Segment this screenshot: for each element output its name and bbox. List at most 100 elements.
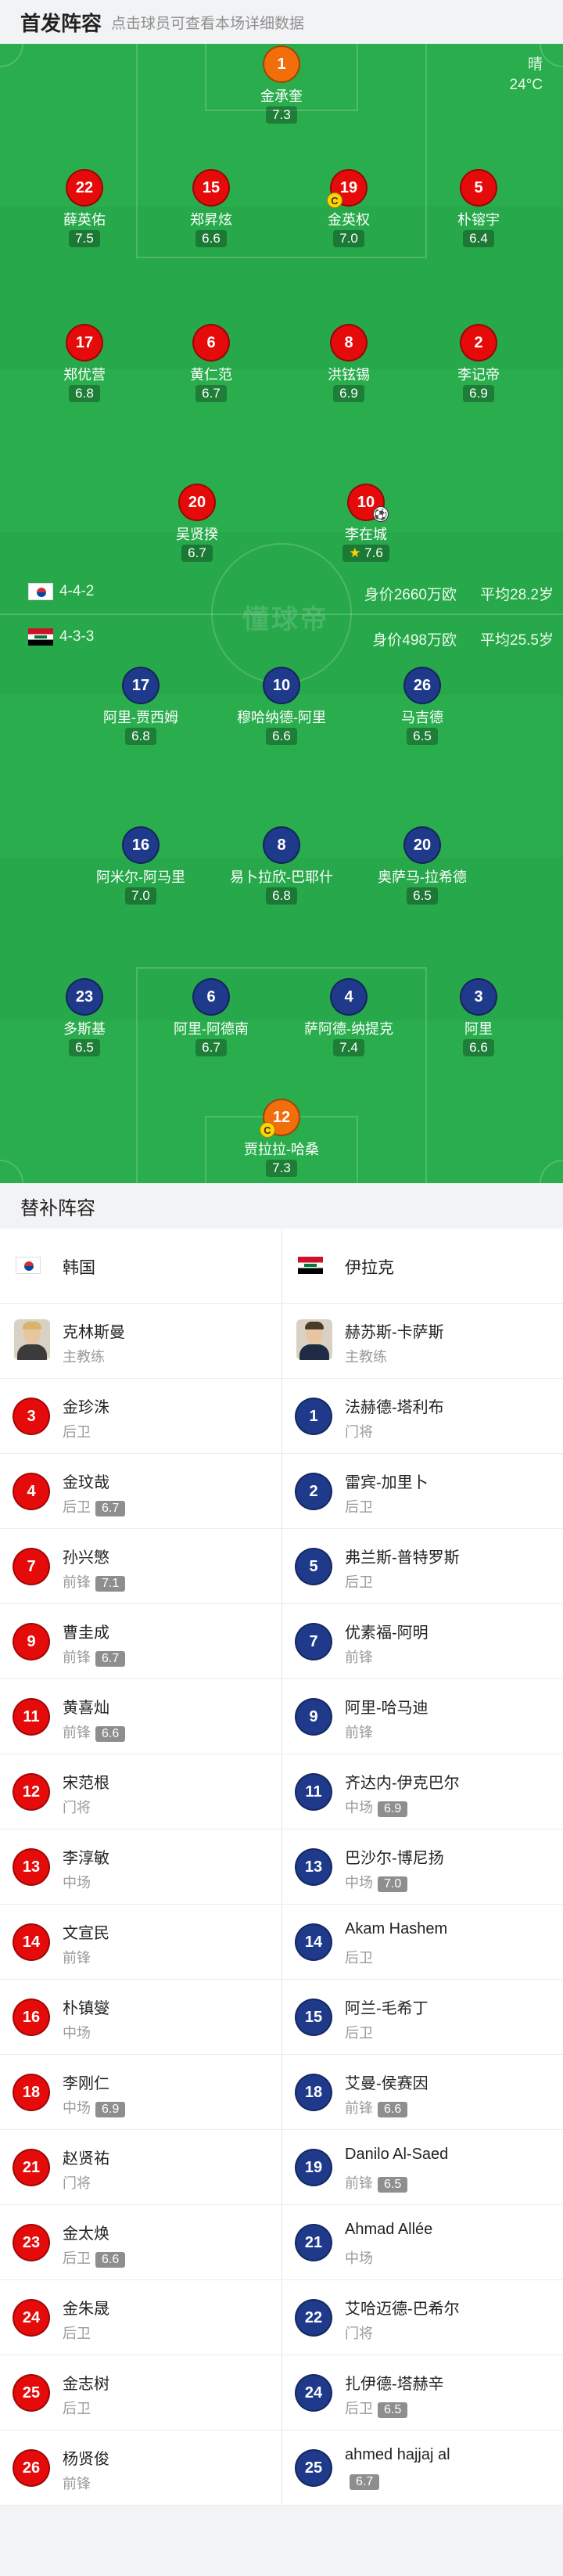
sub-player-row[interactable]: 9 曹圭成 前锋 6.7 [0,1604,282,1679]
player-rating: 6.6 [266,728,297,745]
captain-badge-icon: C [260,1122,275,1138]
sub-player-row[interactable]: 18 李刚仁 中场 6.9 [0,2055,282,2130]
player-name: Akam Hashem [345,1920,448,1937]
sub-player-row[interactable]: 21 赵贤祐 门将 [0,2130,282,2205]
player-position: 后卫 [63,1424,91,1440]
sub-player-row[interactable]: 13 李淳敏 中场 [0,1829,282,1905]
iraq-flag-icon [28,628,53,650]
home-team-summary: 4-4-2 身价2660万欧 平均28.2岁 [0,581,563,604]
home-market-value: 身价2660万欧 [364,587,457,603]
player-position: 后卫 [345,1499,373,1515]
sub-player-row[interactable]: 11 齐达内-伊克巴尔 中场 6.9 [282,1754,563,1829]
player-position: 前锋 [63,1725,91,1740]
away-player[interactable]: 17 阿里-贾西姆 6.8 [59,667,223,745]
sub-player-row[interactable]: 16 朴镇燮 中场 [0,1980,282,2055]
sub-player-row[interactable]: 25 ahmed hajjaj al 6.7 [282,2430,563,2506]
home-coach-row[interactable]: 克林斯曼 主教练 [0,1304,282,1379]
player-rating: 6.7 [95,1651,126,1667]
player-position: 前锋 [345,1650,373,1665]
sub-player-row[interactable]: 11 黄喜灿 前锋 6.6 [0,1679,282,1754]
sub-player-row[interactable]: 13 巴沙尔-博尼扬 中场 7.0 [282,1829,563,1905]
home-player[interactable]: 1 金承奎 7.3 [199,45,364,124]
away-player[interactable]: 8 易卜拉欣-巴耶什 6.8 [219,826,344,905]
player-position-line: 门将 [63,2172,91,2193]
sub-player-row[interactable]: 3 金珍洙 后卫 [0,1379,282,1454]
sub-player-row[interactable]: 22 艾哈迈德-巴希尔 门将 [282,2280,563,2355]
away-player[interactable]: 3 阿里 6.6 [396,978,561,1056]
player-rating: 6.5 [407,887,438,905]
jersey-number: 19 [295,2149,332,2186]
player-rating: 6.7 [95,1501,126,1516]
home-subs-column: 韩国 克林斯曼 主教练 3 金珍洙 后卫 4 金玟哉 后卫 6.7 7 孙兴慜 前锋 7.1 9 曹圭成… [0,1229,282,2506]
jersey-number: 15 [192,169,230,207]
player-rating: 6.5 [378,2177,408,2193]
jersey-number: 19 C [327,169,368,208]
player-position-line: 中场 7.0 [345,1872,408,1892]
jersey-number: 5 [295,1548,332,1585]
player-rating: ★ 7.6 [342,545,389,562]
sub-player-row[interactable]: 26 杨贤俊 前锋 [0,2430,282,2506]
player-name: 艾曼-侯赛因 [345,2075,429,2092]
away-player[interactable]: 16 阿米尔-阿马里 7.0 [59,826,223,905]
player-rating: 6.6 [463,1039,494,1056]
sub-player-row[interactable]: 12 宋范根 门将 [0,1754,282,1829]
sub-player-row[interactable]: 23 金太焕 后卫 6.6 [0,2205,282,2280]
sub-player-row[interactable]: 4 金玟哉 后卫 6.7 [0,1454,282,1529]
away-player[interactable]: 20 奥萨马-拉希德 6.5 [340,826,504,905]
jersey-number: 25 [13,2374,50,2412]
sub-player-row[interactable]: 9 阿里-哈马迪 前锋 [282,1679,563,1754]
player-position-line: 中场 6.9 [63,2097,126,2117]
away-team-row: 伊拉克 [282,1229,563,1304]
player-position: 前锋 [345,2175,373,2191]
player-rating: 7.3 [266,1160,297,1177]
sub-player-row[interactable]: 24 金朱晟 后卫 [0,2280,282,2355]
sub-player-row[interactable]: 2 雷宾-加里卜 后卫 [282,1454,563,1529]
sub-player-row[interactable]: 7 孙兴慜 前锋 7.1 [0,1529,282,1604]
sub-player-row[interactable]: 24 扎伊德-塔赫辛 后卫 6.5 [282,2355,563,2430]
away-coach-row[interactable]: 赫苏斯-卡萨斯 主教练 [282,1304,563,1379]
jersey-number: 1 [263,45,300,83]
jersey-number: 7 [13,1548,50,1585]
sub-player-row[interactable]: 25 金志树 后卫 [0,2355,282,2430]
sub-player-row[interactable]: 18 艾曼-侯赛因 前锋 6.6 [282,2055,563,2130]
away-player[interactable]: 10 穆哈纳德-阿里 6.6 [199,667,364,745]
home-player[interactable]: 2 李记帝 6.9 [396,324,561,402]
korea-flag-icon [16,1257,41,1278]
sub-player-row[interactable]: 1 法赫德-塔利布 门将 [282,1379,563,1454]
coach-role: 主教练 [345,1349,387,1365]
player-position-line: 门将 [345,1421,373,1441]
sub-player-row[interactable]: 14 文宣民 前锋 [0,1905,282,1980]
player-position-line: 后卫 6.6 [63,2247,126,2268]
home-player[interactable]: 10 ⚽ 李在城 ★ 7.6 [284,484,448,562]
sub-player-row[interactable]: 15 阿兰-毛希丁 后卫 [282,1980,563,2055]
player-name: 文宣民 [63,1925,109,1942]
player-name: 曹圭成 [63,1624,109,1642]
player-position-line: 中场 [63,2022,91,2042]
away-player[interactable]: 12 C 贾拉拉-哈桑 7.3 [199,1099,364,1177]
player-name: 优素福-阿明 [345,1624,429,1642]
player-rating: 6.6 [195,230,227,247]
player-position-line: 门将 [63,1797,91,1817]
player-rating: 7.5 [69,230,100,247]
player-position-line: 中场 [63,1872,91,1892]
sub-player-row[interactable]: 21 Ahmad Allée 中场 [282,2205,563,2280]
sub-player-row[interactable]: 19 Danilo Al-Saed 前锋 6.5 [282,2130,563,2205]
away-player[interactable]: 26 马吉德 6.5 [340,667,504,745]
player-name: 吴贤揆 [176,527,218,542]
player-name: 弗兰斯-普特罗斯 [345,1549,460,1567]
sub-player-row[interactable]: 14 Akam Hashem 后卫 [282,1905,563,1980]
home-player[interactable]: 20 吴贤揆 6.7 [115,484,279,562]
jersey-number: 9 [13,1623,50,1660]
jersey-number: 25 [295,2449,332,2487]
player-position-line: 后卫 [345,2022,373,2042]
player-position-line: 前锋 6.6 [345,2097,408,2117]
jersey-number: 11 [13,1698,50,1736]
jersey-number: 21 [295,2224,332,2261]
lineup-hint: 点击球员可查看本场详细数据 [111,15,305,32]
player-position: 中场 [345,1800,373,1815]
jersey-number: 26 [13,2449,50,2487]
sub-player-row[interactable]: 7 优素福-阿明 前锋 [282,1604,563,1679]
sub-player-row[interactable]: 5 弗兰斯-普特罗斯 后卫 [282,1529,563,1604]
player-name: 奥萨马-拉希德 [378,869,467,885]
home-player[interactable]: 5 朴镕宇 6.4 [396,169,561,247]
